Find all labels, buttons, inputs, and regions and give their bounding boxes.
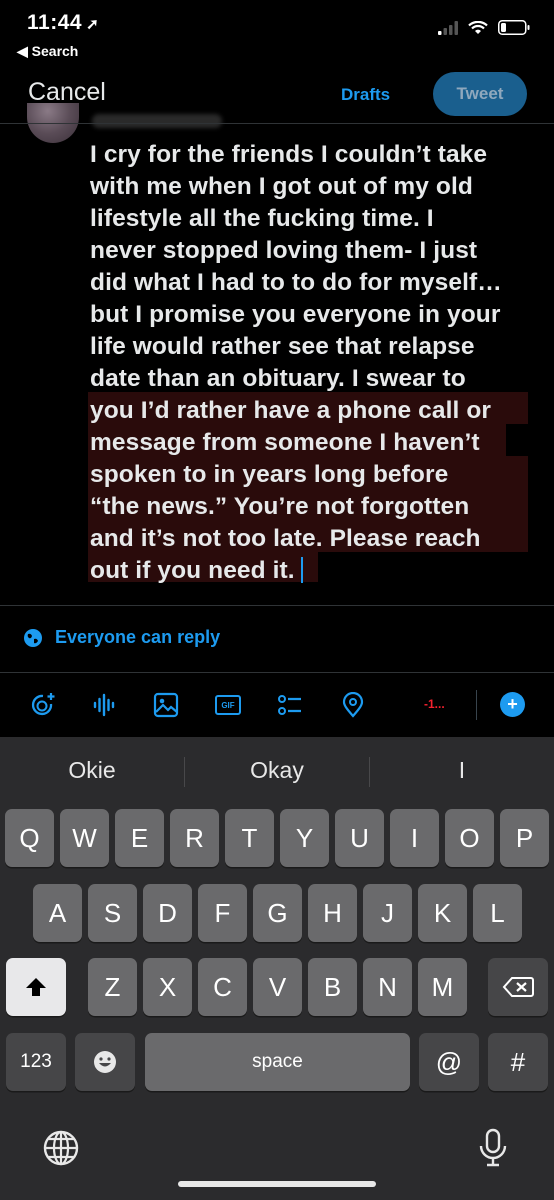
gif-icon[interactable]: GIF xyxy=(215,695,241,715)
status-time: 11:44 ➚ xyxy=(27,11,100,34)
toolbar-separator xyxy=(476,690,477,720)
emoji-key[interactable] xyxy=(75,1033,135,1091)
sparkle-icon[interactable] xyxy=(30,692,56,718)
text-cursor xyxy=(300,557,303,583)
key-h[interactable]: H xyxy=(308,884,357,942)
delete-key[interactable] xyxy=(488,958,548,1016)
tweet-line: and it’s not too late. Please reach xyxy=(90,525,481,552)
audio-wave-icon[interactable] xyxy=(92,692,118,718)
suggestion-1[interactable]: Okie xyxy=(0,757,184,784)
header-divider xyxy=(0,123,554,124)
keyboard: Okie Okay I 123 space @ # QWERTYUIOP ASDF… xyxy=(0,737,554,1200)
key-g[interactable]: G xyxy=(253,884,302,942)
key-a[interactable]: A xyxy=(33,884,82,942)
key-e[interactable]: E xyxy=(115,809,164,867)
at-key[interactable]: @ xyxy=(419,1033,479,1091)
globe-keyboard-icon[interactable] xyxy=(42,1129,80,1167)
back-to-search-link[interactable]: ◀ Search xyxy=(17,43,78,60)
home-indicator xyxy=(178,1181,376,1187)
key-s[interactable]: S xyxy=(88,884,137,942)
key-w[interactable]: W xyxy=(60,809,109,867)
key-m[interactable]: M xyxy=(418,958,467,1016)
key-x[interactable]: X xyxy=(143,958,192,1016)
key-i[interactable]: I xyxy=(390,809,439,867)
battery-icon xyxy=(498,20,530,35)
globe-icon xyxy=(24,628,42,647)
key-c[interactable]: C xyxy=(198,958,247,1016)
key-y[interactable]: Y xyxy=(280,809,329,867)
tweet-line: message from someone I haven’t xyxy=(90,429,480,456)
compose-divider xyxy=(0,605,554,606)
tweet-line-last: out if you need it. xyxy=(90,555,535,587)
key-k[interactable]: K xyxy=(418,884,467,942)
drafts-button[interactable]: Drafts xyxy=(341,85,390,105)
tweet-line: I cry for the friends I couldn’t take xyxy=(90,141,488,168)
shift-key[interactable] xyxy=(6,958,66,1016)
gif-icon-label: GIF xyxy=(221,700,235,710)
shift-icon xyxy=(26,978,46,996)
key-v[interactable]: V xyxy=(253,958,302,1016)
key-p[interactable]: P xyxy=(500,809,549,867)
status-icons xyxy=(438,20,530,35)
location-icon[interactable] xyxy=(340,692,366,718)
character-count: -1... xyxy=(424,697,445,711)
suggestion-3[interactable]: I xyxy=(370,757,554,784)
tweet-line: did what I had to to do for myself… xyxy=(90,269,502,296)
key-u[interactable]: U xyxy=(335,809,384,867)
key-l[interactable]: L xyxy=(473,884,522,942)
location-arrow-icon: ➚ xyxy=(86,16,100,33)
signal-icon xyxy=(438,20,458,35)
tweet-line: you I’d rather have a phone call or xyxy=(90,397,492,424)
tweet-line: but I promise you everyone in your xyxy=(90,301,501,328)
key-f[interactable]: F xyxy=(198,884,247,942)
tweet-button[interactable]: Tweet xyxy=(433,72,527,116)
key-o[interactable]: O xyxy=(445,809,494,867)
hash-key[interactable]: # xyxy=(488,1033,548,1091)
tweet-compose-text[interactable]: I cry for the friends I couldn’t take wi… xyxy=(90,139,535,587)
key-d[interactable]: D xyxy=(143,884,192,942)
key-q[interactable]: Q xyxy=(5,809,54,867)
suggestion-2[interactable]: Okay xyxy=(185,757,369,784)
wifi-icon xyxy=(468,20,488,34)
key-b[interactable]: B xyxy=(308,958,357,1016)
key-t[interactable]: T xyxy=(225,809,274,867)
microphone-icon[interactable] xyxy=(478,1128,508,1168)
reply-setting-button[interactable]: Everyone can reply xyxy=(23,627,220,648)
toolbar-divider xyxy=(0,672,554,673)
key-z[interactable]: Z xyxy=(88,958,137,1016)
tweet-line: date than an obituary. I swear to xyxy=(90,365,466,392)
compose-toolbar: GIF -1... + xyxy=(0,680,554,730)
tweet-line: “the news.” You’re not forgotten xyxy=(90,493,470,520)
tweet-line: lifestyle all the fucking time. I xyxy=(90,205,434,232)
numbers-key[interactable]: 123 xyxy=(6,1033,66,1091)
image-icon[interactable] xyxy=(153,692,179,718)
tweet-line: with me when I got out of my old xyxy=(90,173,473,200)
add-tweet-button[interactable]: + xyxy=(500,692,525,717)
key-n[interactable]: N xyxy=(363,958,412,1016)
emoji-icon xyxy=(94,1051,116,1073)
tweet-line: life would rather see that relapse xyxy=(90,333,475,360)
tweet-line: spoken to in years long before xyxy=(90,461,449,488)
tweet-line: never stopped loving them- I just xyxy=(90,237,478,264)
key-j[interactable]: J xyxy=(363,884,412,942)
backspace-icon xyxy=(502,977,534,997)
key-r[interactable]: R xyxy=(170,809,219,867)
tweet-line: out if you need it. xyxy=(90,557,295,584)
reply-setting-label: Everyone can reply xyxy=(55,627,221,647)
blurred-username xyxy=(92,114,222,128)
back-label: Search xyxy=(31,43,79,59)
poll-icon[interactable] xyxy=(277,692,303,718)
space-key[interactable]: space xyxy=(145,1033,410,1091)
